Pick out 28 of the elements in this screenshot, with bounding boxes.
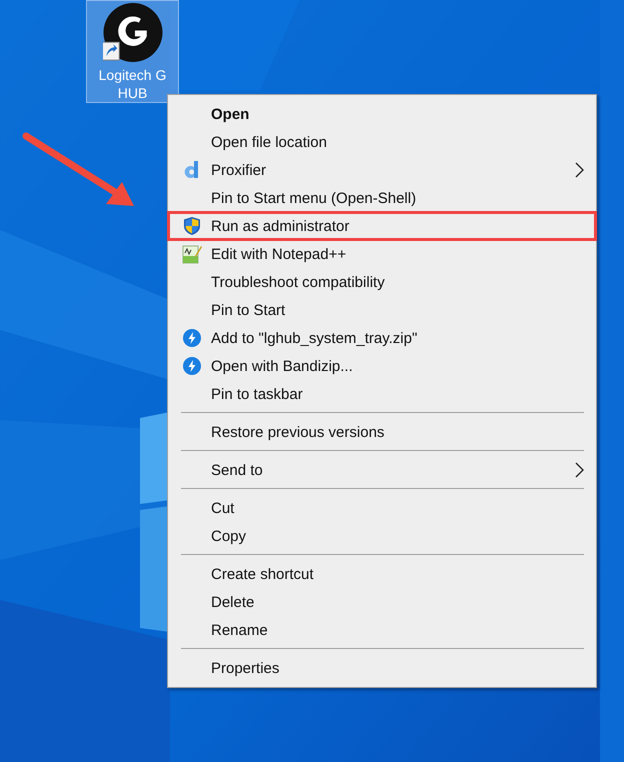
menu-item[interactable]: Open <box>168 100 596 128</box>
menu-item[interactable]: Edit with Notepad++ <box>168 240 596 268</box>
shield-icon <box>182 216 200 236</box>
menu-item[interactable]: Pin to taskbar <box>168 380 596 408</box>
menu-item[interactable]: Delete <box>168 588 596 616</box>
d-shape-icon <box>184 161 200 179</box>
lightning-icon <box>182 357 200 375</box>
menu-item[interactable]: Properties <box>168 654 596 682</box>
logo-icon <box>102 3 162 62</box>
menu-item[interactable]: Copy <box>168 522 596 550</box>
menu-item[interactable]: Cut <box>168 494 596 522</box>
menu-item[interactable]: Run as administrator <box>168 212 596 240</box>
notepad-icon <box>182 244 202 264</box>
menu-item[interactable]: Create shortcut <box>168 560 596 588</box>
menu-item[interactable]: Troubleshoot compatibility <box>168 268 596 296</box>
shortcut-label: Logitech G HUB <box>98 66 168 102</box>
chevron-right-icon <box>575 462 584 478</box>
menu-item[interactable]: Open with Bandizip... <box>168 352 596 380</box>
menu-item[interactable]: Add to "lghub_system_tray.zip" <box>168 324 596 352</box>
menu-item[interactable]: Send to <box>168 456 596 484</box>
menu-item[interactable]: Pin to Start <box>168 296 596 324</box>
menu-item[interactable]: Open file location <box>168 128 596 156</box>
lightning-icon <box>182 329 200 347</box>
menu-item[interactable]: Pin to Start menu (Open-Shell) <box>168 184 596 212</box>
menu-item[interactable]: Proxifier <box>168 156 596 184</box>
menu-item[interactable]: Rename <box>168 616 596 644</box>
chevron-right-icon <box>575 162 584 178</box>
menu-item[interactable]: Restore previous versions <box>168 418 596 446</box>
